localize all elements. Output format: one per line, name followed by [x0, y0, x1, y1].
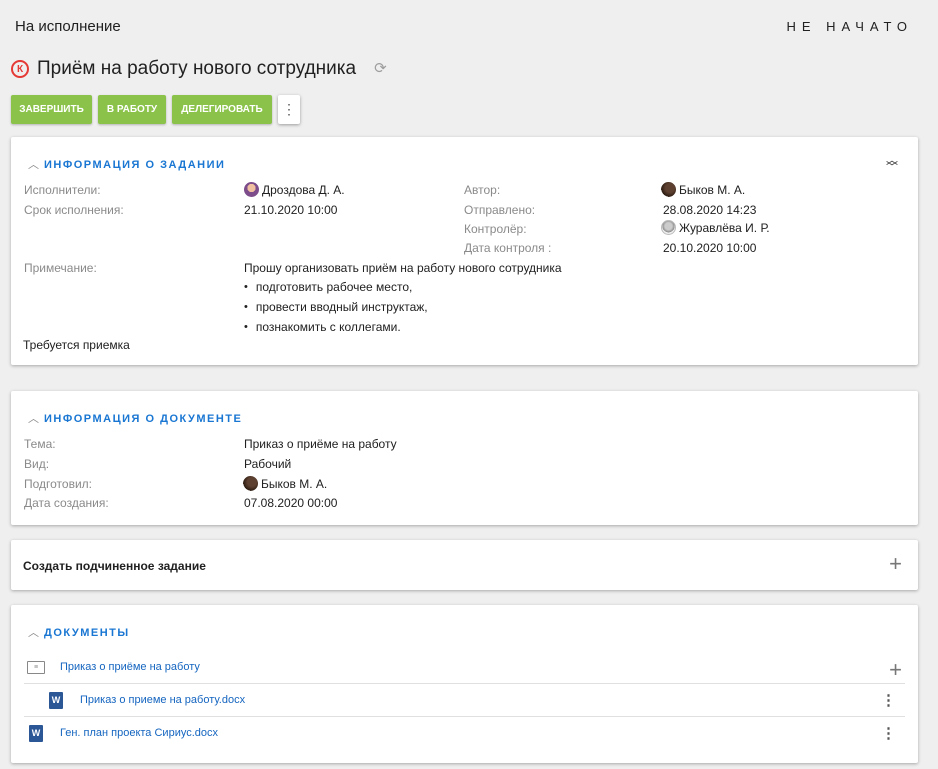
note-text: Прошу организовать приём на работу новог…: [244, 261, 562, 275]
created-label: Дата создания:: [24, 496, 109, 510]
executors-value[interactable]: Дроздова Д. А.: [244, 182, 345, 197]
document-link[interactable]: Приказ о приеме на работу.docx: [80, 694, 245, 706]
deadline-label: Срок исполнения:: [24, 203, 124, 217]
control-date-label: Дата контроля :: [464, 241, 552, 255]
top-bar: На исполнение НЕ НАЧАТО: [15, 18, 913, 36]
list-item: провести вводный инструктаж,: [244, 297, 428, 317]
author-value[interactable]: Быков М. А.: [661, 182, 745, 197]
list-item: подготовить рабочее место,: [244, 277, 428, 297]
note-label: Примечание:: [24, 261, 97, 275]
prepared-label: Подготовил:: [24, 477, 93, 491]
sent-label: Отправлено:: [464, 203, 536, 217]
expand-collapse-icon[interactable]: ︿ ﹀: [886, 154, 898, 173]
control-date-value: 20.10.2020 10:00: [663, 241, 757, 255]
kind-value: Рабочий: [244, 457, 292, 471]
author-name: Быков М. А.: [679, 182, 746, 197]
kind-label: Вид:: [24, 457, 50, 471]
prepared-value[interactable]: Быков М. А.: [243, 476, 327, 491]
created-value: 07.08.2020 00:00: [244, 496, 338, 510]
task-info-title: ИНФОРМАЦИЯ О ЗАДАНИИ: [44, 159, 226, 171]
note-list: подготовить рабочее место, провести ввод…: [244, 277, 428, 337]
word-file-icon: W: [49, 691, 63, 709]
executors-label: Исполнители:: [24, 183, 101, 197]
add-subtask-icon[interactable]: +: [889, 553, 902, 575]
create-subtask-card[interactable]: Создать подчиненное задание +: [11, 540, 918, 590]
word-file-icon: W: [29, 724, 43, 742]
section-title: На исполнение: [15, 18, 121, 35]
list-item[interactable]: W Ген. план проекта Сириус.docx: [29, 717, 906, 749]
deadline-value: 21.10.2020 10:00: [244, 203, 338, 217]
list-item: познакомить с коллегами.: [244, 317, 428, 337]
avatar: [244, 182, 259, 197]
document-info-card: ︿ ИНФОРМАЦИЯ О ДОКУМЕНТЕ Тема: Приказ о …: [11, 391, 918, 525]
executor-name: Дроздова Д. А.: [262, 182, 345, 197]
page-title: Приём на работу нового сотрудника: [37, 58, 357, 79]
subject-label: Тема:: [24, 437, 56, 451]
avatar: [661, 182, 676, 197]
author-label: Автор:: [464, 183, 501, 197]
controller-label: Контролёр:: [464, 222, 527, 236]
document-menu-icon[interactable]: ⋮: [881, 724, 896, 742]
document-link[interactable]: Приказ о приёме на работу: [60, 661, 200, 673]
controller-value[interactable]: Журавлёва И. Р.: [661, 220, 770, 235]
chevron-up-icon[interactable]: ︿: [28, 628, 39, 639]
more-actions-button[interactable]: ⋮: [278, 95, 300, 124]
chevron-up-icon[interactable]: ︿: [28, 414, 39, 425]
order-document-icon: ≡: [27, 660, 45, 674]
avatar: [661, 220, 676, 235]
documents-header[interactable]: ︿ ДОКУМЕНТЫ: [28, 627, 130, 639]
control-marker-icon: К: [11, 60, 29, 78]
task-page: На исполнение НЕ НАЧАТО К Приём на работ…: [0, 0, 938, 769]
task-title-row: К Приём на работу нового сотрудника ⟳: [11, 56, 390, 82]
task-info-card: ︿ ИНФОРМАЦИЯ О ЗАДАНИИ ︿ ﹀ Исполнители: Д…: [11, 137, 918, 365]
documents-title: ДОКУМЕНТЫ: [44, 627, 130, 639]
documents-card: ︿ ДОКУМЕНТЫ + ≡ Приказ о приёме на работ…: [11, 605, 918, 763]
list-item[interactable]: W Приказ о приеме на работу.docx: [49, 684, 906, 716]
prepared-name: Быков М. А.: [261, 476, 328, 491]
document-info-title: ИНФОРМАЦИЯ О ДОКУМЕНТЕ: [44, 413, 243, 425]
status-label: НЕ НАЧАТО: [786, 19, 913, 34]
chevron-up-icon[interactable]: ︿: [28, 160, 39, 171]
document-menu-icon[interactable]: ⋮: [881, 691, 896, 709]
document-link[interactable]: Ген. план проекта Сириус.docx: [60, 727, 218, 739]
controller-name: Журавлёва И. Р.: [679, 220, 770, 235]
refresh-icon[interactable]: ⟳: [374, 61, 390, 77]
action-toolbar: ЗАВЕРШИТЬ В РАБОТУ ДЕЛЕГИРОВАТЬ ⋮: [11, 95, 300, 124]
start-work-button[interactable]: В РАБОТУ: [98, 95, 166, 124]
requires-acceptance-label: Требуется приемка: [23, 338, 130, 352]
complete-button[interactable]: ЗАВЕРШИТЬ: [11, 95, 92, 124]
delegate-button[interactable]: ДЕЛЕГИРОВАТЬ: [172, 95, 272, 124]
avatar: [243, 476, 258, 491]
create-subtask-label[interactable]: Создать подчиненное задание: [23, 559, 206, 573]
subject-value: Приказ о приёме на работу: [244, 437, 397, 451]
sent-value: 28.08.2020 14:23: [663, 203, 757, 217]
list-item[interactable]: ≡ Приказ о приёме на работу: [27, 651, 906, 683]
document-info-header[interactable]: ︿ ИНФОРМАЦИЯ О ДОКУМЕНТЕ: [28, 413, 242, 425]
task-info-header[interactable]: ︿ ИНФОРМАЦИЯ О ЗАДАНИИ: [28, 159, 225, 171]
